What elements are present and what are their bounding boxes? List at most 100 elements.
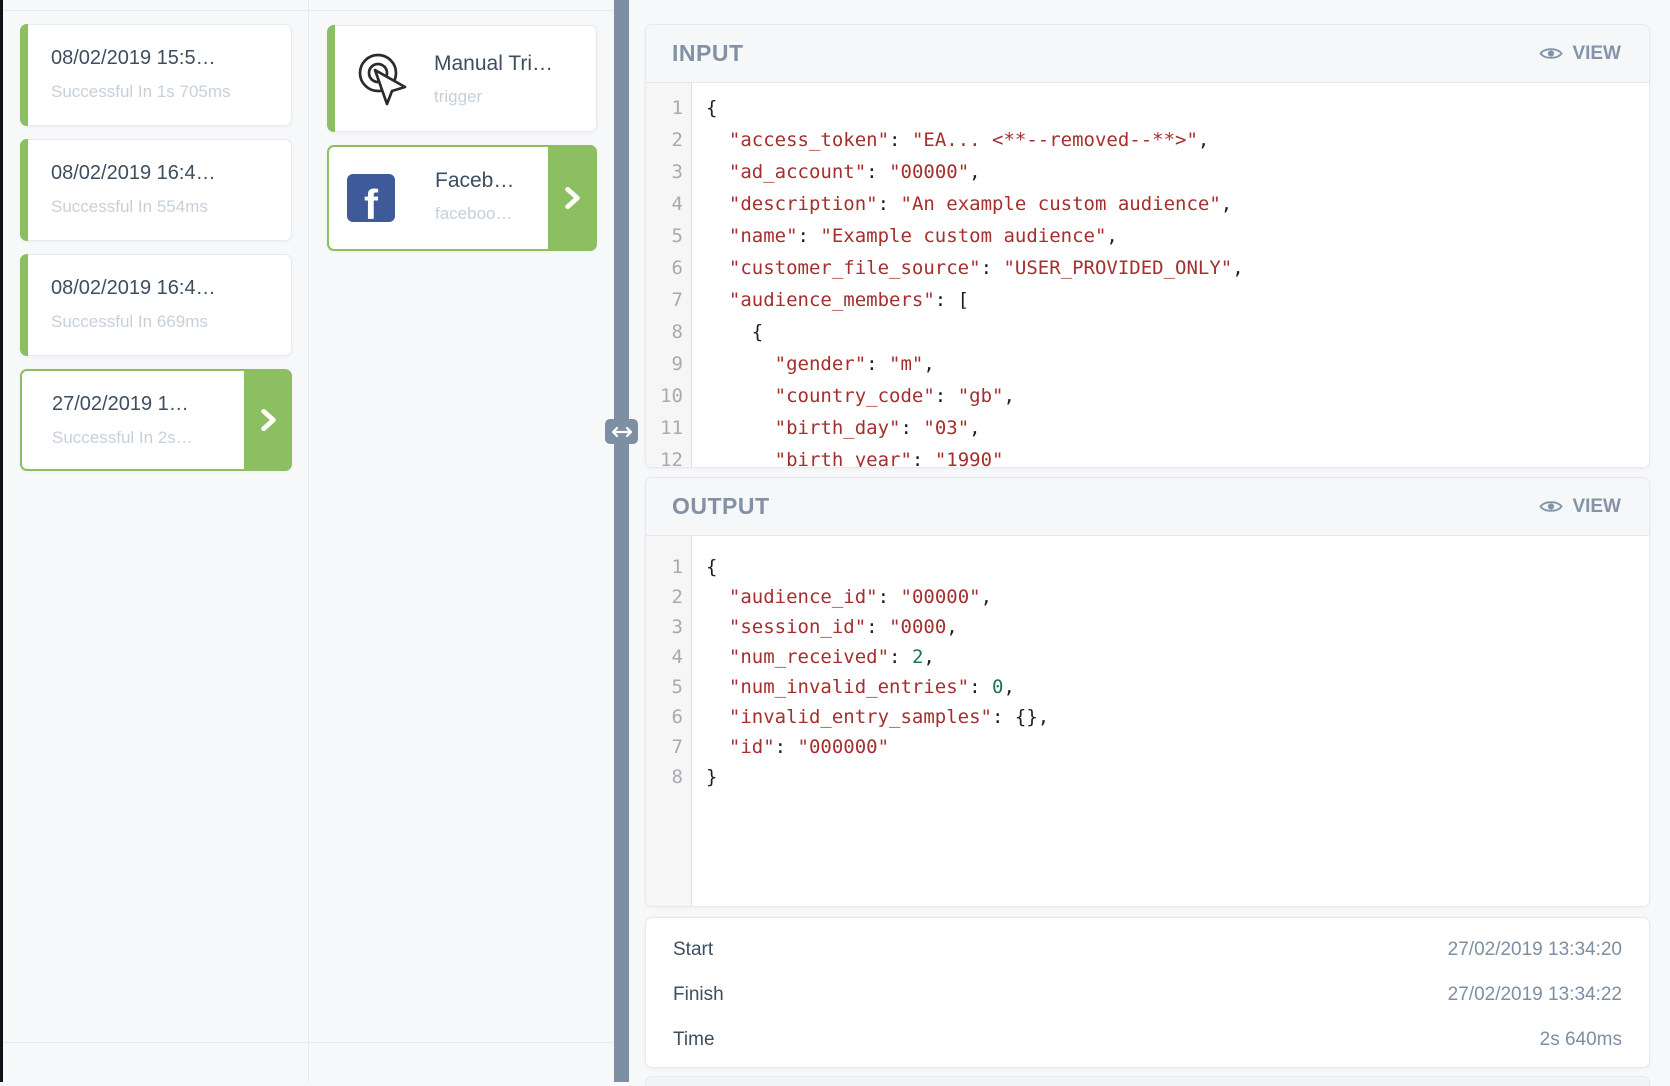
eye-icon [1539,499,1563,514]
code-line: "access_token": "EA... <**--removed--**>… [706,124,1244,156]
input-panel-title: INPUT [672,40,744,67]
input-view-button[interactable]: VIEW [1539,43,1621,65]
output-code-content: { "audience_id": "00000", "session_id": … [692,536,1049,907]
execution-card[interactable]: 08/02/2019 15:5… Successful In 1s 705ms [20,24,292,126]
input-code-content: { "access_token": "EA... <**--removed--*… [692,83,1244,468]
code-line: "session_id": "0000, [706,612,1049,642]
next-panel-top-edge [645,1076,1650,1086]
output-code-editor: 12345678 { "audience_id": "00000", "sess… [646,536,1649,907]
line-number: 10 [646,380,683,412]
code-line: "id": "000000" [706,732,1049,762]
execution-date: 08/02/2019 16:4… [51,162,216,185]
line-number: 12 [646,444,683,468]
output-panel-header: OUTPUT VIEW [646,478,1649,536]
detail-value: 2s 640ms [1540,1029,1622,1051]
execution-card-selected[interactable]: 27/02/2019 1… Successful In 2s… [20,369,292,471]
line-number: 7 [646,284,683,316]
line-number: 5 [646,672,683,702]
line-number: 8 [646,762,683,792]
execution-date: 08/02/2019 16:4… [51,277,216,300]
resize-horizontal-icon [611,426,633,438]
code-line: { [706,316,1244,348]
execution-card[interactable]: 08/02/2019 16:4… Successful In 669ms [20,254,292,356]
code-line: "audience_id": "00000", [706,582,1049,612]
panel-splitter-handle[interactable] [605,419,638,444]
code-line: { [706,552,1049,582]
line-number: 1 [646,92,683,124]
line-number: 6 [646,252,683,284]
view-button-label: VIEW [1572,43,1621,65]
line-number: 6 [646,702,683,732]
chevron-right-icon [559,185,585,211]
line-number: 11 [646,412,683,444]
top-divider-rule [3,10,614,11]
code-line: "audience_members": [ [706,284,1244,316]
code-line: "description": "An example custom audien… [706,188,1244,220]
detail-row-time: Time 2s 640ms [646,1017,1649,1062]
code-line: "num_invalid_entries": 0, [706,672,1049,702]
line-number: 1 [646,552,683,582]
success-accent-bar [20,139,28,241]
step-open-chevron[interactable] [548,146,596,250]
success-accent-bar [20,24,28,126]
execution-open-chevron[interactable] [244,370,291,470]
execution-status: Successful In 554ms [51,197,208,217]
code-line: "name": "Example custom audience", [706,220,1244,252]
line-number: 9 [646,348,683,380]
panel-splitter-bar[interactable] [614,0,629,1082]
detail-label: Time [673,1029,715,1051]
code-line: "customer_file_source": "USER_PROVIDED_O… [706,252,1244,284]
eye-icon [1539,46,1563,61]
step-title: Manual Tri… [434,52,553,76]
success-accent-bar [20,254,28,356]
manual-trigger-icon [350,48,412,110]
execution-status: Successful In 2s… [52,428,193,448]
line-number: 3 [646,612,683,642]
output-line-number-gutter: 12345678 [646,536,692,907]
code-line: "num_received": 2, [706,642,1049,672]
code-line: } [706,762,1049,792]
line-number: 4 [646,642,683,672]
chevron-right-icon [255,407,281,433]
bottom-divider-rule [3,1042,614,1043]
code-line: "ad_account": "00000", [706,156,1244,188]
execution-date: 08/02/2019 15:5… [51,47,216,70]
line-number: 3 [646,156,683,188]
line-number: 8 [646,316,683,348]
success-accent-bar [327,25,335,132]
facebook-icon: f [347,174,395,222]
detail-value: 27/02/2019 13:34:20 [1448,939,1622,961]
execution-card[interactable]: 08/02/2019 16:4… Successful In 554ms [20,139,292,241]
code-line: "birth_year": "1990" [706,444,1244,468]
code-line: "birth_day": "03", [706,412,1244,444]
detail-row-finish: Finish 27/02/2019 13:34:22 [646,972,1649,1017]
code-line: "invalid_entry_samples": {}, [706,702,1049,732]
output-panel-title: OUTPUT [672,493,770,520]
step-title: Faceb… [435,169,514,193]
line-number: 2 [646,582,683,612]
step-connector-name: trigger [434,87,482,107]
input-code-editor: 123456789101112 { "access_token": "EA...… [646,83,1649,468]
line-number: 7 [646,732,683,762]
run-details-panel: Start 27/02/2019 13:34:20 Finish 27/02/2… [645,917,1650,1068]
output-view-button[interactable]: VIEW [1539,496,1621,518]
detail-label: Finish [673,984,724,1006]
step-connector-name: faceboo… [435,204,513,224]
detail-value: 27/02/2019 13:34:22 [1448,984,1622,1006]
input-panel-header: INPUT VIEW [646,25,1649,83]
view-button-label: VIEW [1572,496,1621,518]
step-card-facebook[interactable]: f Faceb… faceboo… [327,145,597,251]
line-number: 2 [646,124,683,156]
code-line: "gender": "m", [706,348,1244,380]
input-panel: INPUT VIEW 123456789101112 { "access_tok… [645,24,1650,468]
output-panel: OUTPUT VIEW 12345678 { "audience_id": "0… [645,477,1650,907]
code-line: { [706,92,1244,124]
line-number: 5 [646,220,683,252]
execution-status: Successful In 1s 705ms [51,82,231,102]
code-line: "country_code": "gb", [706,380,1244,412]
detail-label: Start [673,939,713,961]
execution-status: Successful In 669ms [51,312,208,332]
step-card-manual-trigger[interactable]: Manual Tri… trigger [327,25,597,132]
detail-row-start: Start 27/02/2019 13:34:20 [646,927,1649,972]
line-number: 4 [646,188,683,220]
